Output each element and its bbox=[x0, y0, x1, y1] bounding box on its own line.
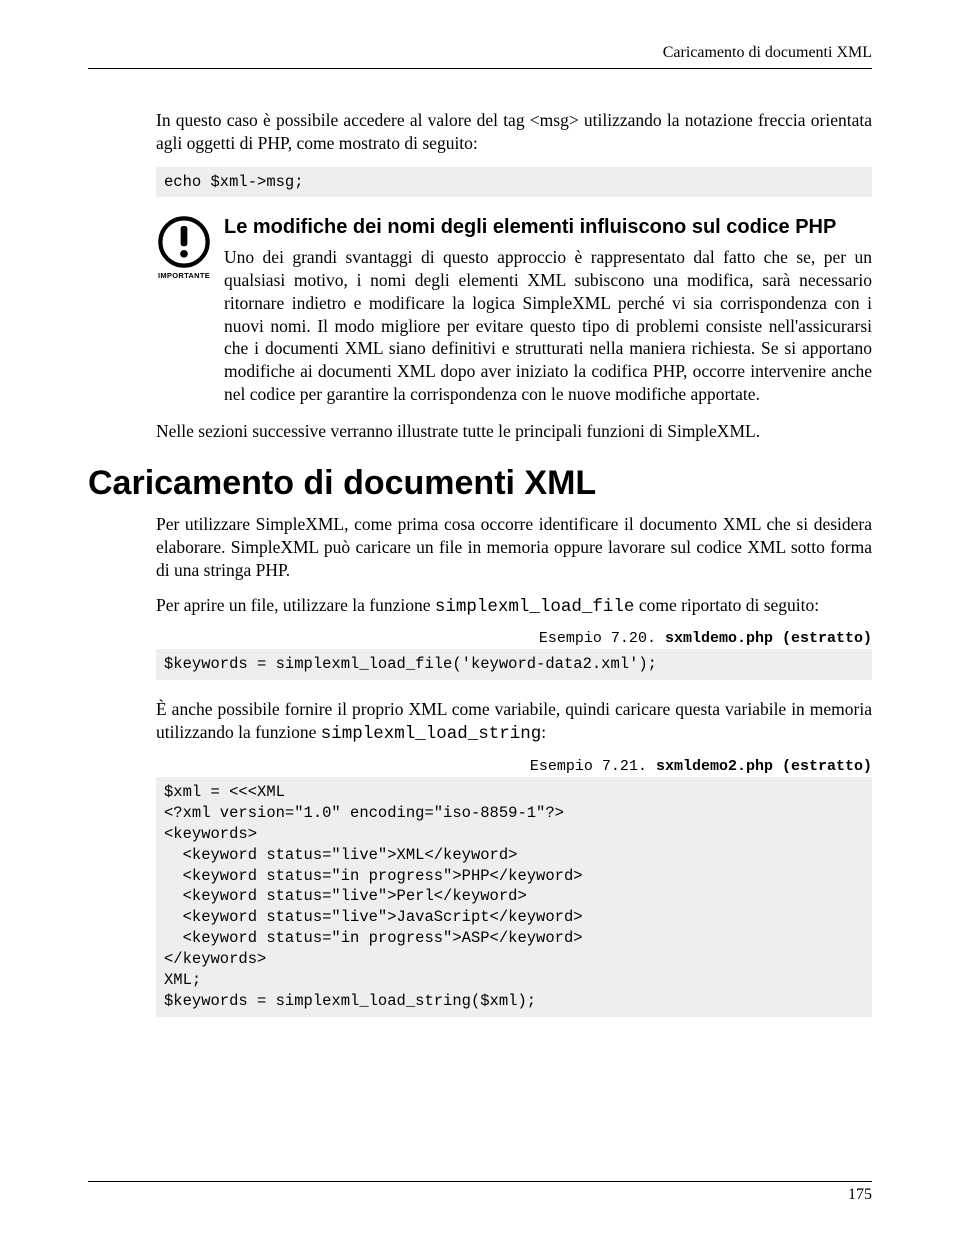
code-block: $keywords = simplexml_load_file('keyword… bbox=[156, 649, 872, 680]
example-filename: sxmldemo.php (estratto) bbox=[665, 630, 872, 647]
important-icon: IMPORTANTE bbox=[156, 215, 212, 405]
inline-code: simplexml_load_file bbox=[435, 597, 635, 617]
paragraph: È anche possibile fornire il proprio XML… bbox=[156, 698, 872, 746]
callout-body-text: Uno dei grandi svantaggi di questo appro… bbox=[224, 246, 872, 405]
callout-title: Le modifiche dei nomi degli elementi inf… bbox=[224, 215, 872, 240]
section-heading: Caricamento di documenti XML bbox=[88, 464, 872, 503]
text-span: : bbox=[541, 722, 546, 742]
important-icon-label: IMPORTANTE bbox=[158, 271, 210, 280]
paragraph: Per aprire un file, utilizzare la funzio… bbox=[156, 594, 872, 619]
paragraph: Per utilizzare SimpleXML, come prima cos… bbox=[156, 513, 872, 581]
example-number: Esempio 7.20. bbox=[539, 630, 665, 647]
paragraph: In questo caso è possibile accedere al v… bbox=[156, 109, 872, 155]
text-span: come riportato di seguito: bbox=[634, 595, 819, 615]
code-example-label: Esempio 7.21. sxmldemo2.php (estratto) bbox=[156, 758, 872, 775]
running-header: Caricamento di documenti XML bbox=[88, 44, 872, 69]
inline-code: simplexml_load_string bbox=[321, 724, 542, 744]
text-span: Per aprire un file, utilizzare la funzio… bbox=[156, 595, 435, 615]
page-number: 175 bbox=[88, 1181, 872, 1204]
example-filename: sxmldemo2.php (estratto) bbox=[656, 758, 872, 775]
code-example-label: Esempio 7.20. sxmldemo.php (estratto) bbox=[156, 630, 872, 647]
code-block: $xml = <<<XML <?xml version="1.0" encodi… bbox=[156, 777, 872, 1017]
code-block: echo $xml->msg; bbox=[156, 167, 872, 198]
example-number: Esempio 7.21. bbox=[530, 758, 656, 775]
paragraph: Nelle sezioni successive verranno illust… bbox=[156, 420, 872, 443]
callout-important: IMPORTANTE Le modifiche dei nomi degli e… bbox=[156, 215, 872, 405]
